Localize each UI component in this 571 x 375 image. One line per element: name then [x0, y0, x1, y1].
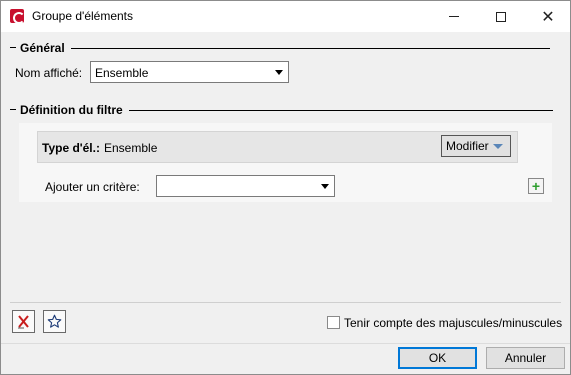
divider [10, 302, 561, 303]
delete-button[interactable] [12, 310, 35, 333]
add-criterion-button[interactable]: + [528, 178, 544, 194]
filter-group-header: Définition du filtre [20, 103, 553, 117]
group-divider [70, 47, 550, 49]
element-type-value: Ensemble [104, 141, 158, 155]
dialog-window: Groupe d'éléments ✕ Général Nom affiché:… [0, 0, 571, 375]
dialog-footer [1, 343, 570, 374]
chevron-down-icon [492, 143, 503, 149]
case-sensitive-label: Tenir compte des majuscules/minuscules [344, 316, 563, 330]
minimize-icon [449, 16, 459, 17]
plus-icon: + [531, 178, 541, 194]
chevron-down-icon [275, 70, 283, 75]
title-bar[interactable]: Groupe d'éléments ✕ [1, 1, 570, 32]
chevron-down-icon [321, 184, 329, 189]
close-icon: ✕ [541, 6, 555, 26]
modify-button-label: Modifier [446, 139, 489, 153]
modify-button[interactable]: Modifier [441, 135, 511, 157]
minimize-button[interactable] [431, 1, 477, 32]
group-divider [10, 109, 16, 110]
maximize-button[interactable] [478, 1, 524, 32]
window-title: Groupe d'éléments [32, 9, 134, 23]
display-name-label: Nom affiché: [15, 66, 83, 80]
element-type-label: Type d'él.: [42, 141, 100, 155]
filter-heading: Définition du filtre [20, 103, 123, 117]
star-icon [47, 314, 62, 328]
favorite-button[interactable] [43, 310, 66, 333]
ok-button[interactable]: OK [398, 347, 477, 369]
app-logo-icon [10, 9, 25, 24]
group-divider [128, 109, 553, 111]
general-group-header: Général [20, 41, 550, 55]
add-criterion-label: Ajouter un critère: [45, 180, 140, 194]
display-name-select[interactable]: Ensemble [90, 61, 289, 83]
cancel-button[interactable]: Annuler [486, 347, 565, 369]
display-name-value: Ensemble [95, 66, 149, 80]
add-criterion-select[interactable] [156, 175, 335, 197]
case-sensitive-checkbox[interactable] [327, 316, 340, 329]
delete-icon [18, 315, 29, 329]
close-button[interactable]: ✕ [525, 1, 571, 32]
maximize-icon [496, 11, 506, 22]
general-heading: Général [20, 41, 65, 55]
group-divider [10, 47, 16, 48]
